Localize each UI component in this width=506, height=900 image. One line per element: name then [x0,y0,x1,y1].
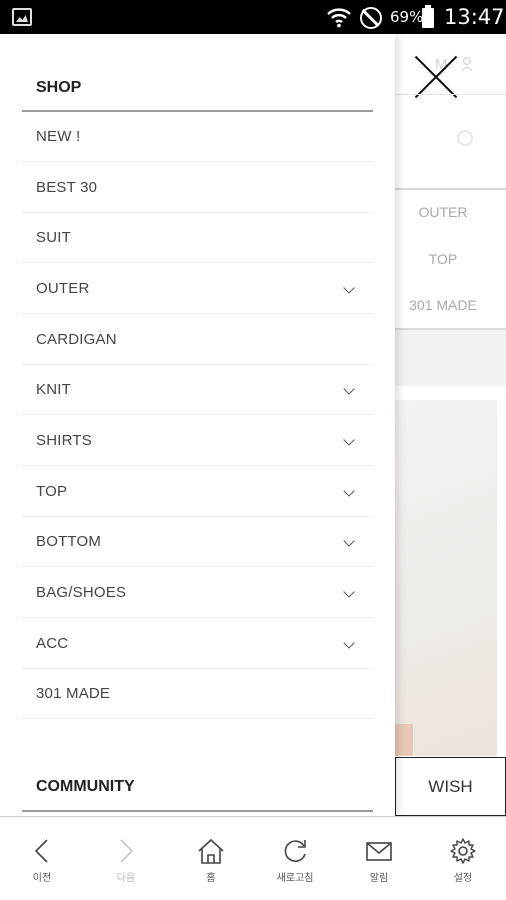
shop-section-title: SHOP [36,79,82,96]
divider [395,188,506,190]
menu-item-bag-shoes[interactable]: BAG/SHOES [22,568,373,618]
menu-item-label: OUTER [36,280,90,297]
back-button[interactable]: 이전 [0,817,84,900]
notifications-button[interactable]: 알림 [337,817,421,900]
close-icon[interactable] [415,54,459,98]
menu-item-new[interactable]: NEW ! [22,112,373,162]
menu-item-cardigan[interactable]: CARDIGAN [22,315,373,365]
battery-icon [422,5,434,28]
side-menu-drawer: SHOP NEW ! BEST 30 SUIT OUTER CARDIGAN K… [0,34,395,816]
chevron-down-icon[interactable] [343,434,355,446]
refresh-button[interactable]: 새로고침 [253,817,337,900]
menu-item-label: ACC [36,635,69,652]
community-section-title: COMMUNITY [36,778,135,795]
home-label: 홈 [206,873,216,884]
section-divider [22,810,373,812]
gear-icon [450,838,476,864]
do-not-disturb-icon [360,7,382,29]
forward-button[interactable]: 다음 [84,817,168,900]
menu-item-suit[interactable]: SUIT [22,213,373,263]
status-bar: 69% 13:47 [0,0,506,34]
menu-item-label: CARDIGAN [36,331,117,348]
wifi-icon [327,8,351,28]
gallery-icon [12,8,32,26]
user-icon [461,56,473,72]
bottom-navigation-bar: 이전 다음 홈 새로고침 알림 설정 [0,816,506,900]
menu-item-label: NEW ! [36,128,81,145]
back-icon [34,839,48,863]
search-icon[interactable] [457,130,473,146]
product-image-detail [395,724,413,756]
home-icon [198,838,224,864]
home-button[interactable]: 홈 [169,817,253,900]
menu-item-label: SUIT [36,229,71,246]
banner-strip [395,330,506,386]
battery-percent: 69% [390,8,424,26]
mail-icon [366,842,392,861]
forward-icon [120,839,134,863]
background-category-outer[interactable]: OUTER [395,204,491,220]
refresh-label: 새로고침 [276,873,314,884]
clock: 13:47 [444,5,505,29]
menu-item-label: 301 MADE [36,685,111,702]
menu-item-knit[interactable]: KNIT [22,365,373,415]
forward-label: 다음 [116,873,136,884]
wish-button[interactable]: WISH [395,757,506,816]
chevron-down-icon[interactable] [343,485,355,497]
menu-item-label: BEST 30 [36,179,98,196]
background-page: M OUTER TOP 301 MADE WISH [395,34,506,816]
menu-item-label: KNIT [36,381,71,398]
chevron-down-icon[interactable] [343,383,355,395]
menu-item-shirts[interactable]: SHIRTS [22,416,373,466]
divider [395,94,506,95]
menu-item-top[interactable]: TOP [22,467,373,517]
chevron-down-icon[interactable] [343,586,355,598]
menu-item-bottom[interactable]: BOTTOM [22,517,373,567]
menu-item-outer[interactable]: OUTER [22,264,373,314]
settings-label: 설정 [453,873,473,884]
chevron-down-icon[interactable] [343,637,355,649]
refresh-icon [284,840,306,862]
menu-item-label: BOTTOM [36,533,102,550]
menu-item-acc[interactable]: ACC [22,619,373,669]
background-category-301-made[interactable]: 301 MADE [395,297,491,313]
menu-item-301-made[interactable]: 301 MADE [22,669,373,719]
chevron-down-icon[interactable] [343,282,355,294]
back-label: 이전 [32,873,52,884]
menu-item-best-30[interactable]: BEST 30 [22,163,373,213]
notifications-label: 알림 [369,873,389,884]
menu-item-label: TOP [36,483,68,500]
chevron-down-icon[interactable] [343,535,355,547]
menu-item-label: SHIRTS [36,432,92,449]
background-category-top[interactable]: TOP [395,251,491,267]
settings-button[interactable]: 설정 [421,817,505,900]
menu-item-label: BAG/SHOES [36,584,127,601]
product-image[interactable] [395,400,497,756]
